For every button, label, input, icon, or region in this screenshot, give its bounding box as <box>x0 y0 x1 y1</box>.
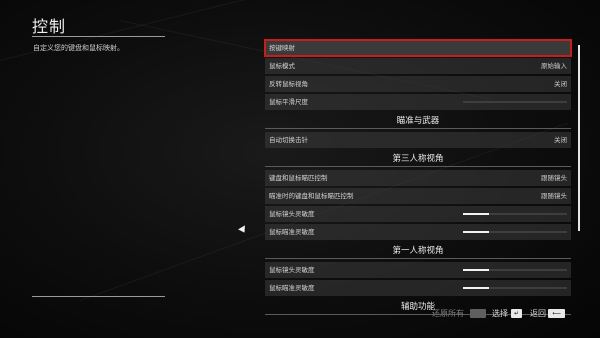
section-title: 辅助功能 <box>400 302 435 312</box>
slider-track[interactable] <box>463 269 567 271</box>
bottom-divider <box>32 296 165 297</box>
backspace-key-icon: ⟵ <box>548 309 565 318</box>
setting-label: 瞄准时的键盘和鼠标瞄匹控制 <box>269 192 354 200</box>
select-label[interactable]: 选择 <box>492 308 508 319</box>
setting-key-mapping[interactable]: 按键映射 <box>264 39 572 57</box>
page-title: 控制 <box>32 17 67 36</box>
setting-label: 鼠标镜头灵敏度 <box>269 266 315 274</box>
section-title: 第三人称视角 <box>392 154 444 164</box>
setting-value: 跟随镜头 <box>541 174 567 182</box>
setting-label: 反转鼠标视角 <box>269 80 308 88</box>
setting-mouse-smoothing[interactable]: 鼠标平滑尺度 <box>265 94 571 110</box>
slider-track[interactable] <box>463 213 567 215</box>
slider-fill <box>463 287 489 289</box>
setting-invert-mouse[interactable]: 反转鼠标视角 关闭 <box>265 76 571 92</box>
page-description: 自定义您的键盘和鼠标映射。 <box>33 44 124 52</box>
setting-auto-switch[interactable]: 自动切换击针 关闭 <box>265 132 571 148</box>
setting-label: 鼠标镜头灵敏度 <box>269 210 315 218</box>
reset-key-icon <box>470 309 486 318</box>
section-divider <box>265 258 571 259</box>
mouse-cursor-icon <box>238 225 248 235</box>
section-header-accessibility: 辅助功能 <box>265 298 571 316</box>
section-title: 瞄准与武器 <box>396 116 440 126</box>
section-header-third-person: 第三人称视角 <box>265 150 571 168</box>
slider-fill <box>463 269 489 271</box>
setting-kbm-aim-control-aiming[interactable]: 瞄准时的键盘和鼠标瞄匹控制 跟随镜头 <box>265 188 571 204</box>
setting-label: 鼠标瞄准灵敏度 <box>269 284 315 292</box>
setting-label: 鼠标平滑尺度 <box>269 98 308 106</box>
scrollbar[interactable] <box>578 45 580 231</box>
title-divider <box>32 36 165 37</box>
setting-mouse-aim-sensitivity[interactable]: 鼠标瞄准灵敏度 <box>265 224 571 240</box>
setting-value: 关闭 <box>554 136 567 144</box>
section-header-first-person: 第一人称视角 <box>265 242 571 260</box>
settings-list: 按键映射 鼠标模式 原始输入 反转鼠标视角 关闭 鼠标平滑尺度 瞄准与武器 自动… <box>264 39 572 318</box>
section-title: 第一人称视角 <box>392 246 444 256</box>
section-divider <box>265 166 571 167</box>
setting-label: 鼠标瞄准灵敏度 <box>269 228 315 236</box>
setting-value: 关闭 <box>554 80 567 88</box>
slider-fill <box>463 213 489 215</box>
setting-fp-mouse-aim-sensitivity[interactable]: 鼠标瞄准灵敏度 <box>265 280 571 296</box>
setting-kbm-aim-control[interactable]: 键盘和鼠标瞄匹控制 跟随镜头 <box>265 170 571 186</box>
slider-fill <box>463 231 489 233</box>
section-divider <box>265 128 571 129</box>
section-header-aim-weapons: 瞄准与武器 <box>265 112 571 130</box>
setting-fp-mouse-camera-sensitivity[interactable]: 鼠标镜头灵敏度 <box>265 262 571 278</box>
slider-track[interactable] <box>463 101 567 103</box>
setting-label: 按键映射 <box>269 44 295 52</box>
enter-key-icon: ↵ <box>511 309 522 318</box>
setting-label: 键盘和鼠标瞄匹控制 <box>269 174 328 182</box>
section-divider <box>265 314 571 315</box>
setting-mouse-camera-sensitivity[interactable]: 鼠标镜头灵敏度 <box>265 206 571 222</box>
setting-label: 自动切换击针 <box>269 136 308 144</box>
slider-track[interactable] <box>463 287 567 289</box>
slider-track[interactable] <box>463 231 567 233</box>
back-label[interactable]: 返回 <box>530 308 546 319</box>
setting-value: 跟随镜头 <box>541 192 567 200</box>
setting-value: 原始输入 <box>541 62 567 70</box>
reset-all-label[interactable]: 还原所有 <box>432 308 464 319</box>
setting-mouse-mode[interactable]: 鼠标模式 原始输入 <box>265 58 571 74</box>
setting-label: 鼠标模式 <box>269 62 295 70</box>
